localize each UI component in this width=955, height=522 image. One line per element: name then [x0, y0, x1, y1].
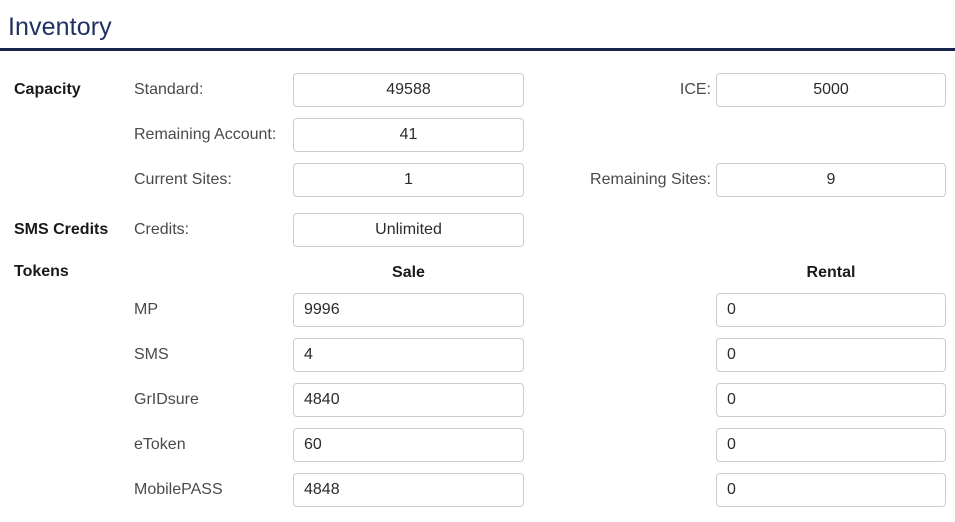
section-label-tokens: Tokens	[14, 263, 69, 281]
token-row: GrIDsure 4840 0	[0, 383, 955, 417]
page-title: Inventory	[8, 12, 112, 42]
label-remaining-sites: Remaining Sites:	[590, 163, 716, 197]
capacity-row-current-sites: Current Sites: 1 Remaining Sites: 9	[0, 163, 955, 197]
token-name-sms: SMS	[134, 338, 169, 372]
label-credits: Credits:	[134, 213, 189, 247]
capacity-row-standard: Standard: 49588 ICE: 5000	[0, 73, 955, 107]
field-gridsure-sale[interactable]: 4840	[293, 383, 524, 417]
label-current-sites: Current Sites:	[134, 163, 232, 197]
field-remaining-sites[interactable]: 9	[716, 163, 946, 197]
token-name-mobilepass: MobilePASS	[134, 473, 223, 507]
field-ice[interactable]: 5000	[716, 73, 946, 107]
column-header-sale: Sale	[293, 263, 524, 283]
inventory-page: Inventory Capacity Standard: 49588 ICE: …	[0, 0, 955, 522]
field-gridsure-rental[interactable]: 0	[716, 383, 946, 417]
token-row: MP 9996 0	[0, 293, 955, 327]
field-credits[interactable]: Unlimited	[293, 213, 524, 247]
label-ice: ICE:	[680, 73, 716, 107]
label-standard: Standard:	[134, 73, 203, 107]
sms-credits-row: Credits: Unlimited	[0, 213, 955, 247]
field-etoken-rental[interactable]: 0	[716, 428, 946, 462]
field-sms-rental[interactable]: 0	[716, 338, 946, 372]
token-name-gridsure: GrIDsure	[134, 383, 199, 417]
field-mobilepass-sale[interactable]: 4848	[293, 473, 524, 507]
token-row: MobilePASS 4848 0	[0, 473, 955, 507]
token-row: eToken 60 0	[0, 428, 955, 462]
capacity-row-remaining-account: Remaining Account: 41	[0, 118, 955, 152]
field-current-sites[interactable]: 1	[293, 163, 524, 197]
field-standard[interactable]: 49588	[293, 73, 524, 107]
field-mp-sale[interactable]: 9996	[293, 293, 524, 327]
token-name-mp: MP	[134, 293, 158, 327]
field-sms-sale[interactable]: 4	[293, 338, 524, 372]
column-header-rental: Rental	[716, 263, 946, 283]
field-mobilepass-rental[interactable]: 0	[716, 473, 946, 507]
title-divider	[0, 48, 955, 51]
field-etoken-sale[interactable]: 60	[293, 428, 524, 462]
field-mp-rental[interactable]: 0	[716, 293, 946, 327]
field-remaining-account[interactable]: 41	[293, 118, 524, 152]
token-row: SMS 4 0	[0, 338, 955, 372]
label-remaining-account: Remaining Account:	[134, 118, 276, 152]
token-name-etoken: eToken	[134, 428, 186, 462]
